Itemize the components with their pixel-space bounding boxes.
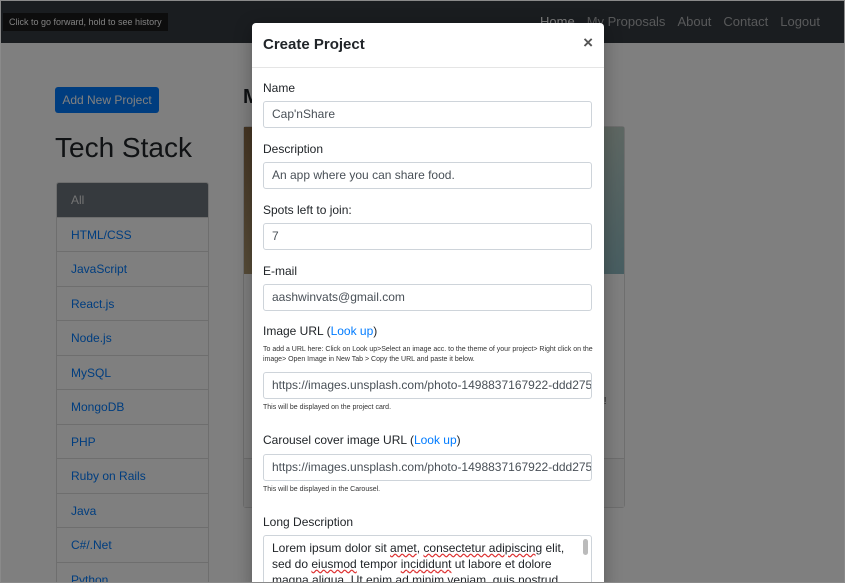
image-url-lookup-link[interactable]: Look up: [331, 324, 374, 338]
long-desc-text: sed do: [272, 557, 312, 571]
long-desc-line-2: sed do eiusmod tempor incididunt ut labo…: [272, 556, 577, 572]
spellcheck-word: incididunt: [400, 557, 452, 571]
carousel-url-help: This will be displayed in the Carousel.: [263, 486, 381, 493]
description-label: Description: [263, 142, 324, 156]
modal-title: Create Project: [263, 36, 365, 53]
spots-input[interactable]: 7: [263, 223, 592, 250]
long-desc-line-3: magna aliqua. Ut enim ad minim veniam, q…: [272, 573, 559, 583]
long-description-label: Long Description: [263, 515, 354, 529]
long-desc-text: tempor: [356, 557, 401, 571]
description-input[interactable]: An app where you can share food.: [263, 162, 592, 189]
long-desc-text: elit,: [542, 541, 565, 555]
image-url-instructions: To add a URL here: Click on Look up>Sele…: [263, 346, 593, 363]
carousel-url-label-close: ): [456, 433, 461, 447]
image-url-help: This will be displayed on the project ca…: [263, 404, 392, 411]
long-desc-text: Lorem ipsum dolor sit: [272, 541, 391, 555]
textarea-scrollbar[interactable]: [583, 539, 588, 555]
image-url-label: Image URL (Look up): [263, 324, 377, 338]
carousel-url-lookup-link[interactable]: Look up: [414, 433, 457, 447]
carousel-url-input[interactable]: https://images.unsplash.com/photo-149883…: [263, 454, 592, 481]
modal-header: Create Project ×: [252, 23, 604, 68]
image-url-label-close: ): [373, 324, 378, 338]
image-url-label-text: Image URL (: [263, 324, 331, 338]
spellcheck-word: consectetur adipiscing: [423, 541, 543, 555]
spellcheck-word: eiusmod: [311, 557, 357, 571]
long-description-textarea[interactable]: Lorem ipsum dolor sit amet, consectetur …: [263, 535, 592, 583]
name-input[interactable]: Cap'nShare: [263, 101, 592, 128]
spots-label: Spots left to join:: [263, 203, 352, 217]
close-icon[interactable]: ×: [583, 34, 593, 51]
email-input[interactable]: aashwinvats@gmail.com: [263, 284, 592, 311]
spellcheck-word: amet: [390, 541, 417, 555]
carousel-url-label-text: Carousel cover image URL (: [263, 433, 414, 447]
name-label: Name: [263, 81, 296, 95]
long-desc-text: ut labore et dolore: [451, 557, 552, 571]
long-desc-line-1: Lorem ipsum dolor sit amet, consectetur …: [272, 540, 577, 556]
image-url-input[interactable]: https://images.unsplash.com/photo-149883…: [263, 372, 592, 399]
create-project-modal: Create Project × Name Cap'nShare Descrip…: [252, 23, 604, 583]
email-label: E-mail: [263, 264, 298, 278]
carousel-url-label: Carousel cover image URL (Look up): [263, 433, 461, 447]
browser-viewport: Home My Proposals About Contact Logout A…: [0, 0, 845, 583]
